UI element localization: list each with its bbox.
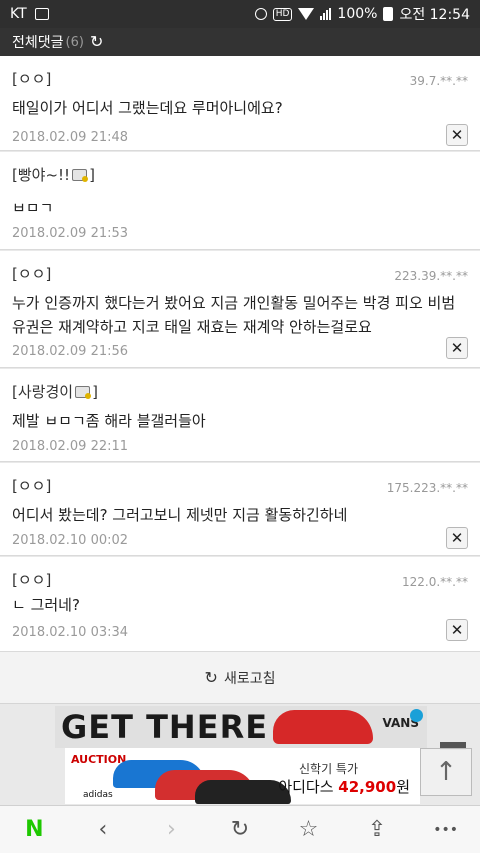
comment-author-suffix: ] <box>92 383 98 401</box>
comment-body: 어디서 봤는데? 그러고보니 제넷만 지금 활동하긴하네 <box>12 506 348 524</box>
comment-item: [ㅇㅇ] 39.7.**.** 태일이가 어디서 그랬는데요 루머아니에요? 2… <box>0 56 480 151</box>
ad-price-unit: 원 <box>396 778 410 796</box>
comment-ip: 39.7.**.** <box>409 74 468 88</box>
comment-date: 2018.02.09 22:11 <box>12 439 129 454</box>
shoe-image <box>195 780 291 804</box>
gallery-notification-icon <box>34 8 49 20</box>
comment-author[interactable]: [사랑경이] <box>12 381 98 402</box>
arrow-up-icon: ↑ <box>435 757 457 787</box>
scroll-top-button[interactable]: ↑ <box>420 748 472 796</box>
comment-body: ㅂㅁㄱ <box>12 199 54 217</box>
ad-banner-secondary[interactable]: AUCTION. adidas 신학기 특가 아디다스 42,900원 <box>65 748 420 804</box>
browser-toolbar: N ‹ › ↻ ☆ ⇪ ••• <box>0 805 480 853</box>
more-icon[interactable]: ••• <box>422 822 470 838</box>
comment-date: 2018.02.09 21:56 <box>12 344 129 359</box>
delete-button[interactable]: ✕ <box>446 619 468 641</box>
comment-author-name: [사랑경이 <box>12 383 74 401</box>
ad-product: 아디다스 <box>278 778 339 796</box>
comment-body: 제발 ㅂㅁㄱ좀 해라 블갤러들아 <box>12 412 206 430</box>
comment-body: 태일이가 어디서 그랬는데요 루머아니에요? <box>12 99 283 117</box>
delete-button[interactable]: ✕ <box>446 124 468 146</box>
comment-date: 2018.02.09 21:53 <box>12 226 129 241</box>
comment-ip: 223.39.**.** <box>394 269 468 283</box>
comment-date: 2018.02.10 00:02 <box>12 533 129 548</box>
comment-item: [ㅇㅇ] 223.39.**.** 누가 인증까지 했다는거 봤어요 지금 개인… <box>0 251 480 368</box>
clock: 오전 12:54 <box>399 7 470 23</box>
ad-price: 42,900 <box>338 778 397 796</box>
naver-home-icon[interactable]: N <box>10 817 58 842</box>
comment-item: [ㅇㅇ] 175.223.**.** 어디서 봤는데? 그러고보니 제넷만 지금… <box>0 463 480 556</box>
comment-body: 누가 인증까지 했다는거 봤어요 지금 개인활동 밀어주는 박경 피오 비범 유… <box>12 294 456 336</box>
hd-voice-icon: HD <box>272 7 293 21</box>
share-icon[interactable]: ⇪ <box>353 817 401 842</box>
comment-author[interactable]: [ㅇㅇ] <box>12 475 51 496</box>
delete-button[interactable]: ✕ <box>446 337 468 359</box>
reload-button[interactable]: ↻ 새로고침 <box>0 652 480 704</box>
refresh-icon[interactable]: ↻ <box>90 34 103 50</box>
comment-author[interactable]: [ㅇㅇ] <box>12 569 51 590</box>
carrier-label: KT <box>10 6 27 22</box>
status-bar: KT HD 100% 오전 12:54 <box>0 0 480 28</box>
comment-author-suffix: ] <box>89 166 95 184</box>
delete-button[interactable]: ✕ <box>446 527 468 549</box>
comment-author-name: [빵야~!! <box>12 166 71 184</box>
reload-label: 새로고침 <box>223 670 276 687</box>
back-icon[interactable]: ‹ <box>79 817 127 842</box>
comment-ip: 122.0.**.** <box>402 575 468 589</box>
ad-banner[interactable]: GET THERE VANS <box>55 706 427 748</box>
battery-percent: 100% <box>337 6 378 22</box>
forward-icon[interactable]: › <box>147 817 195 842</box>
comment-ip: 175.223.**.** <box>386 481 468 495</box>
shoe-image <box>273 710 373 744</box>
comment-item: [빵야~!!] ㅂㅁㄱ 2018.02.09 21:53 <box>0 152 480 250</box>
wifi-icon <box>298 8 315 20</box>
member-badge-icon <box>72 169 89 182</box>
comment-item: [ㅇㅇ] 122.0.**.** ㄴ 그러네? 2018.02.10 03:34… <box>0 557 480 652</box>
comment-author[interactable]: [ㅇㅇ] <box>12 68 51 89</box>
comment-author[interactable]: [ㅇㅇ] <box>12 263 51 284</box>
alarm-icon <box>254 8 267 20</box>
battery-icon <box>383 7 394 21</box>
signal-icon <box>320 8 332 20</box>
ad-price-line: 아디다스 42,900원 <box>278 776 410 797</box>
bookmark-icon[interactable]: ☆ <box>285 817 333 842</box>
ad-info-icon[interactable] <box>410 709 423 722</box>
comment-item: [사랑경이] 제발 ㅂㅁㄱ좀 해라 블갤러들아 2018.02.09 22:11 <box>0 369 480 462</box>
ad-headline: GET THERE <box>61 708 269 746</box>
comments-count: (6) <box>65 34 84 50</box>
comment-date: 2018.02.10 03:34 <box>12 625 129 640</box>
comments-title: 전체댓글 <box>12 35 64 51</box>
comment-body: ㄴ 그러네? <box>12 596 80 614</box>
comments-header: 전체댓글 (6) ↻ <box>0 28 480 56</box>
comment-author[interactable]: [빵야~!!] <box>12 164 95 185</box>
member-badge-icon <box>75 386 92 399</box>
comment-date: 2018.02.09 21:48 <box>12 130 129 145</box>
refresh-icon[interactable]: ↻ <box>216 817 264 842</box>
ad-subtitle: 신학기 특가 <box>298 762 358 776</box>
refresh-icon: ↻ <box>204 668 218 687</box>
adidas-logo: adidas <box>83 790 113 800</box>
